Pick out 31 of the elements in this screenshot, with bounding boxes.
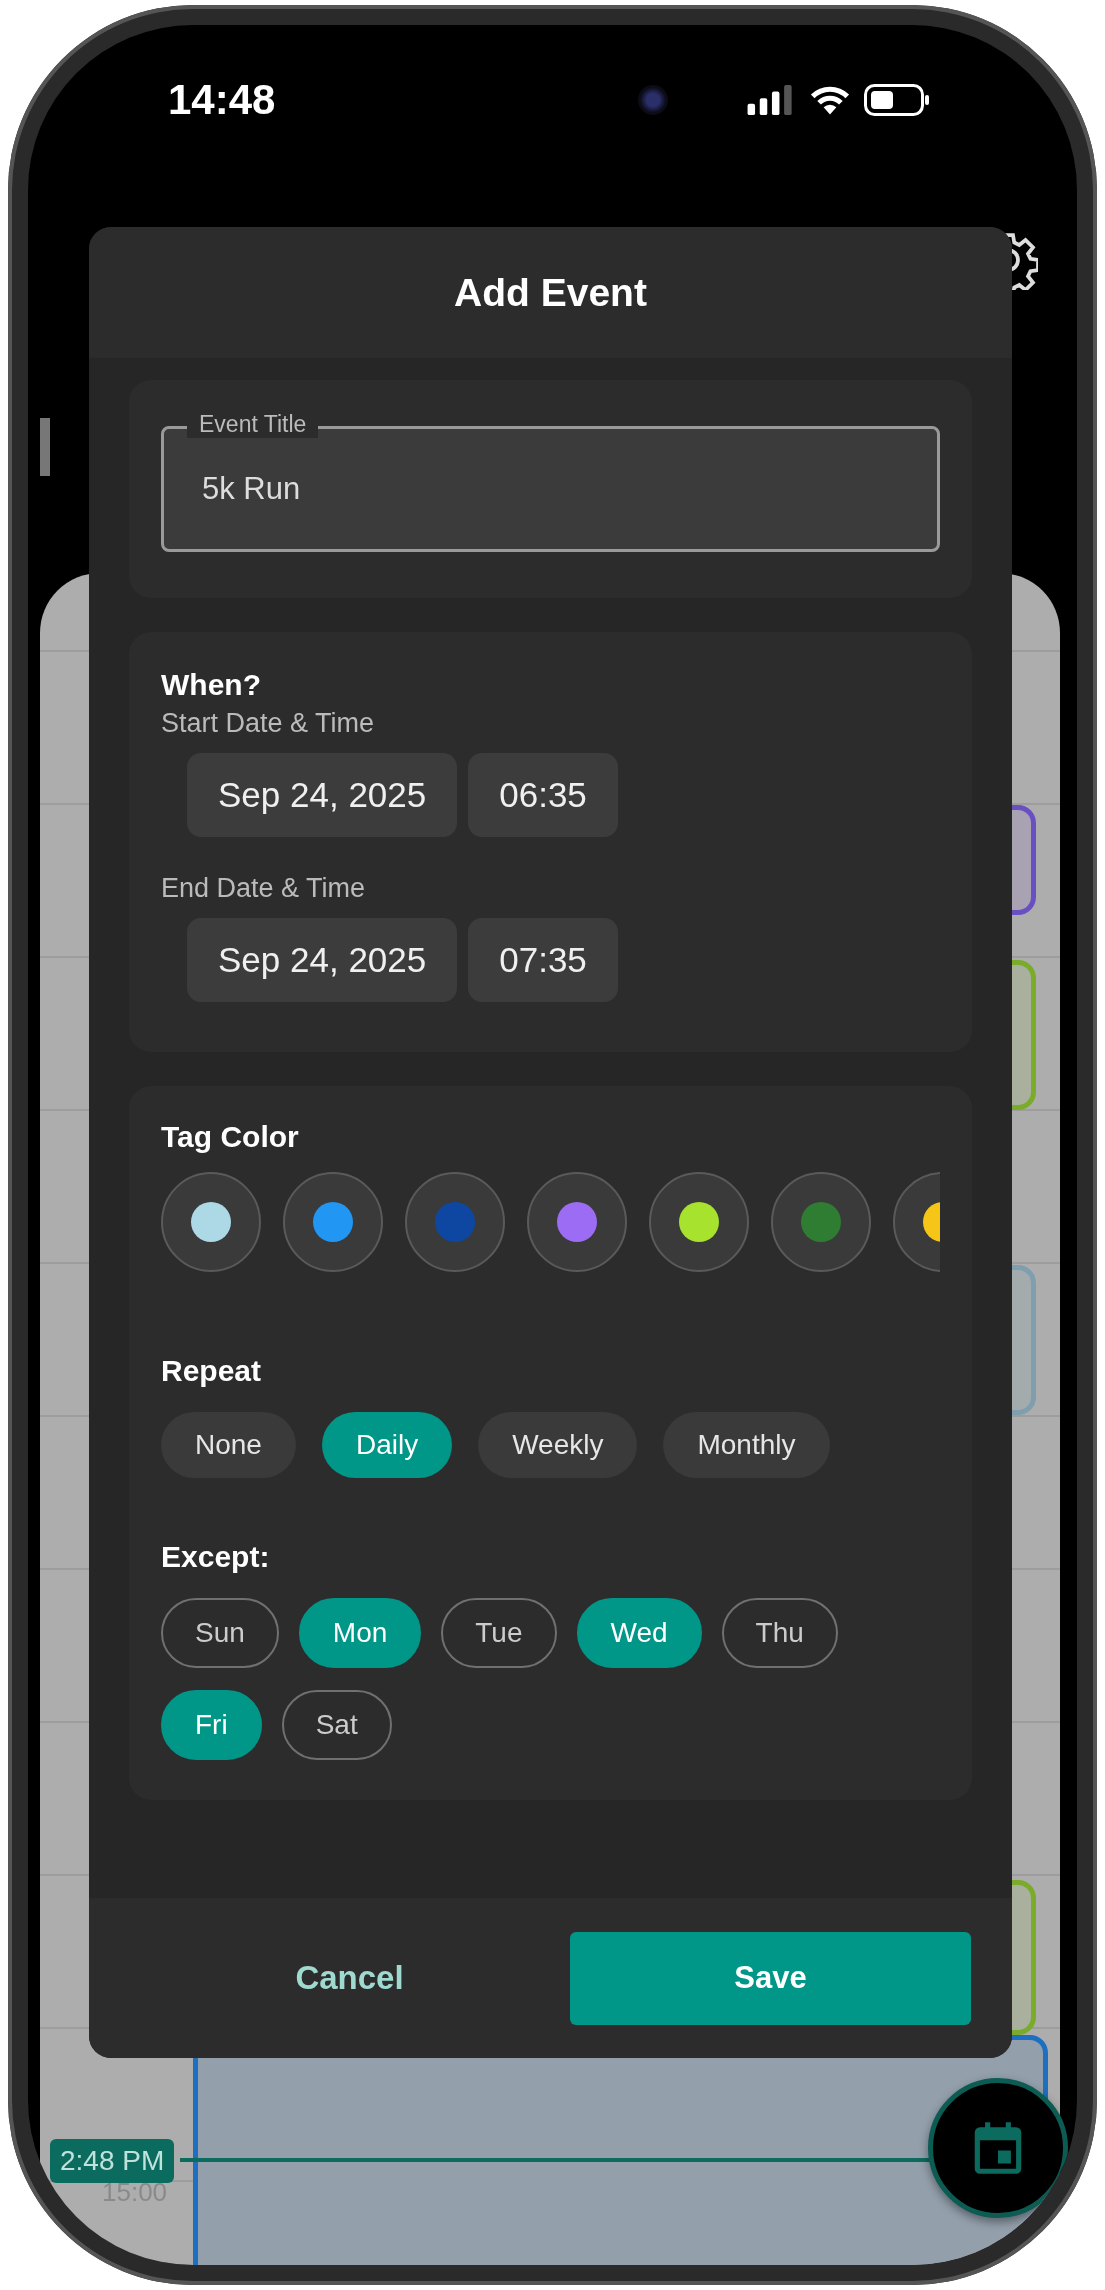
- date-picker-button[interactable]: Sep 24, 2025: [187, 918, 458, 1002]
- dialog-title: Add Event: [454, 270, 647, 315]
- time-picker-button[interactable]: 07:35: [468, 918, 618, 1002]
- field-label: Start Date & Time: [161, 708, 375, 739]
- weekday-chip[interactable]: Fri: [161, 1690, 262, 1760]
- wifi-icon: [810, 85, 850, 115]
- current-time-badge: 2:48 PM: [50, 2139, 175, 2183]
- weekday-chip[interactable]: Mon: [298, 1598, 422, 1668]
- repeat-option-chip[interactable]: Daily: [321, 1412, 453, 1478]
- weekday-chip[interactable]: Thu: [721, 1598, 838, 1668]
- section-heading: When?: [161, 668, 261, 702]
- save-button[interactable]: Save: [570, 1931, 971, 2025]
- section-heading: Except:: [161, 1540, 270, 1574]
- battery-icon: [864, 84, 930, 116]
- weekday-chip[interactable]: Sat: [281, 1690, 392, 1760]
- field-value: 5k Run: [202, 471, 301, 507]
- cancel-button[interactable]: Cancel: [129, 1958, 570, 1998]
- date-picker-button[interactable]: Sep 24, 2025: [187, 753, 458, 837]
- status-time: 14:48: [168, 76, 277, 124]
- camera-icon: [638, 85, 668, 115]
- weekday-chip[interactable]: Wed: [576, 1598, 702, 1668]
- repeat-option-chip[interactable]: Monthly: [663, 1412, 830, 1478]
- weekday-chip[interactable]: Sun: [161, 1598, 279, 1668]
- repeat-option-chip[interactable]: Weekly: [478, 1412, 638, 1478]
- drag-handle: [40, 418, 50, 476]
- weekday-chip[interactable]: Tue: [441, 1598, 557, 1668]
- section-heading: Tag Color: [161, 1120, 299, 1154]
- section-heading: Repeat: [161, 1354, 262, 1388]
- time-picker-button[interactable]: 06:35: [468, 753, 618, 837]
- repeat-option-chip[interactable]: None: [161, 1412, 296, 1478]
- field-label: End Date & Time: [161, 873, 366, 904]
